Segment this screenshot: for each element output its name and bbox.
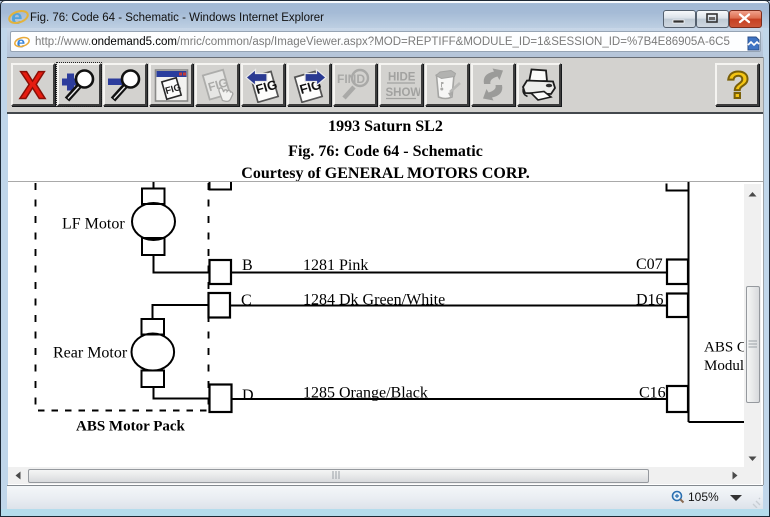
svg-text:HIDE: HIDE <box>388 72 416 84</box>
svg-text:B: B <box>242 257 253 274</box>
svg-text:SHOW: SHOW <box>386 87 421 99</box>
svg-text:D: D <box>242 387 254 404</box>
svg-text:LF Motor: LF Motor <box>62 216 125 233</box>
svg-text:1285 Orange/Black: 1285 Orange/Black <box>303 385 428 402</box>
svg-text:1284 Dk Green/White: 1284 Dk Green/White <box>303 292 445 309</box>
svg-text:1281 Pink: 1281 Pink <box>303 257 368 274</box>
svg-text:C: C <box>241 292 252 309</box>
svg-text:C16: C16 <box>639 385 666 402</box>
svg-text:ABS Control: ABS Control <box>704 340 744 356</box>
svg-text:Module: Module <box>704 358 744 374</box>
svg-text:D16: D16 <box>636 292 664 309</box>
svg-text:ABS Motor Pack: ABS Motor Pack <box>76 419 186 435</box>
svg-text:?: ? <box>727 66 750 103</box>
svg-text:X: X <box>20 66 46 103</box>
svg-text:C07: C07 <box>636 256 663 273</box>
svg-text:Rear Motor: Rear Motor <box>53 345 128 362</box>
